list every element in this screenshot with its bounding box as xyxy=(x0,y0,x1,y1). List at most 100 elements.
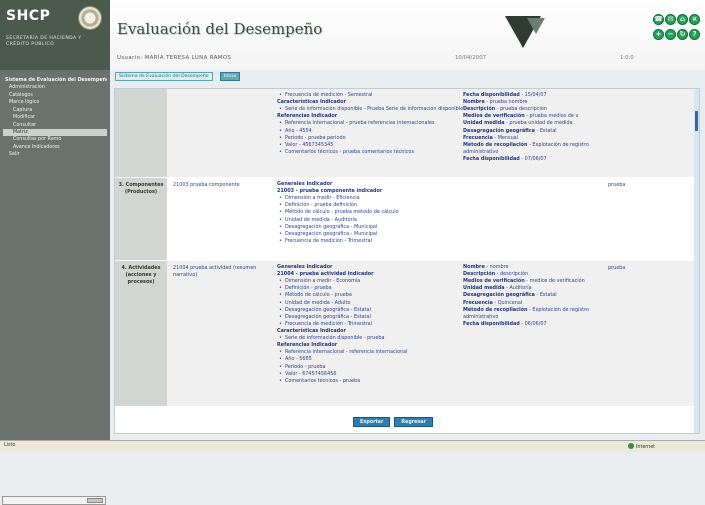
sidebar-item[interactable]: Avance Indicadores xyxy=(3,144,107,151)
indicator-line: Valor - 4567345345 xyxy=(277,142,467,149)
field-value: prueba descripción xyxy=(500,106,547,113)
verification-cell: Fecha disponibilidad - 15/04/07 Nombre - … xyxy=(463,89,613,163)
table-row: 4. Actividades (acciones y procesos) 210… xyxy=(115,261,696,406)
export-button[interactable]: Exportar xyxy=(353,417,391,427)
refresh-icon[interactable]: ↻ xyxy=(677,29,688,40)
sidebar-item[interactable]: Consultar xyxy=(3,122,107,129)
row-level-cell: 4. Actividades (acciones y procesos) xyxy=(115,261,167,406)
app-header: SHCP SECRETARÍA DE HACIENDA Y CRÉDITO PÚ… xyxy=(0,0,705,70)
verification-field: Método de recopilación - Explotación de … xyxy=(463,307,613,321)
field-value: Estatal xyxy=(539,292,557,299)
indicator-line: Unidad de medida - Auditoría xyxy=(277,217,467,224)
close-icon[interactable]: × xyxy=(689,14,700,25)
indicator-line: Comentarios técnicos - prueba comentario… xyxy=(277,149,467,156)
assumptions-cell: prueba xyxy=(608,265,626,271)
indicator-line: Año - 4554 xyxy=(277,128,467,135)
field-value: Quincenal xyxy=(497,299,523,306)
field-key: Fecha disponibilidad xyxy=(463,320,520,327)
sidebar-item[interactable]: Salir xyxy=(3,151,107,158)
indicator-line: Unidad de medida - Adulto xyxy=(277,300,467,307)
indicator-line: Referencia internacional - referencia in… xyxy=(277,349,467,356)
scrollbar-thumb[interactable] xyxy=(87,498,103,503)
field-key: Medios de verificación xyxy=(463,278,525,285)
indicator-line: Valor - 67457456456 xyxy=(277,371,467,378)
row-level-cell: 3. Componentes (Productos) xyxy=(115,178,167,260)
mail-icon[interactable]: ✉ xyxy=(665,14,676,25)
field-value: 07/06/07 xyxy=(524,155,547,162)
brand-panel: SHCP SECRETARÍA DE HACIENDA Y CRÉDITO PÚ… xyxy=(0,0,110,70)
verification-field: Frecuencia - Mensual xyxy=(463,135,613,142)
help-icon[interactable]: ? xyxy=(689,29,700,40)
verification-field: Fecha disponibilidad - 06/06/07 xyxy=(463,321,613,328)
sidebar-menu: Sistema de Evaluación del Desempeño Admin… xyxy=(0,70,110,505)
header-icon-group: ☎ ✉ ⌂ × + − ↻? xyxy=(652,14,702,44)
indicator-line: Frecuencia de medición - Trimestral xyxy=(277,321,467,328)
field-key: Unidad medida xyxy=(463,120,505,127)
status-text: Listo xyxy=(4,443,16,448)
sidebar-list: Sistema de Evaluación del Desempeño Admin… xyxy=(3,77,107,159)
field-value: prueba nombre xyxy=(489,99,528,106)
sidebar-scrollbar[interactable] xyxy=(2,496,106,505)
version-label: 1.0.0 xyxy=(620,55,634,61)
phone-icon[interactable]: ☎ xyxy=(653,14,664,25)
section-heading: Generales Indicador xyxy=(277,181,333,187)
home-icon[interactable]: ⌂ xyxy=(677,14,688,25)
verification-field: Unidad medida - prueba unidad de medida xyxy=(463,120,613,127)
field-key: Frecuencia xyxy=(463,299,493,306)
vertical-scrollbar[interactable] xyxy=(694,89,699,433)
field-value: Auditoría xyxy=(509,285,532,292)
field-value: prueba medios de v xyxy=(529,113,579,120)
field-key: Nombre xyxy=(463,264,485,270)
sidebar-item[interactable]: Administración xyxy=(3,84,107,91)
field-key: Método de recopilación xyxy=(463,141,528,148)
field-value: prueba unidad de medida xyxy=(509,120,573,127)
indicator-line: Frecuencia de medición - Trimestral xyxy=(277,238,467,245)
back-button[interactable]: Regresar xyxy=(394,417,433,427)
sidebar-item[interactable]: Captura xyxy=(3,107,107,114)
add-icon[interactable]: + xyxy=(653,29,664,40)
indicator-line: Desagregación geográfica - Municipal xyxy=(277,224,467,231)
minus-icon[interactable]: − xyxy=(665,29,676,40)
home-button[interactable]: Inicio xyxy=(220,72,241,81)
field-key: Fecha disponibilidad xyxy=(463,92,520,98)
indicator-line: Desagregación geográfica - Municipal xyxy=(277,231,467,238)
sidebar-item[interactable]: Sistema de Evaluación del Desempeño xyxy=(3,77,107,84)
row-level-cell xyxy=(115,89,167,177)
verification-field: Desagregación geográfica - Estatal xyxy=(463,128,613,135)
sidebar-item[interactable]: Modificar xyxy=(3,114,107,121)
verification-field: Fecha disponibilidad - 07/06/07 xyxy=(463,156,613,163)
zone-indicator: Internet xyxy=(628,443,655,450)
verification-field: Fecha disponibilidad - 15/04/07 xyxy=(463,92,613,99)
field-value: Estatal xyxy=(539,127,557,134)
globe-icon xyxy=(628,443,634,449)
status-bar: Listo Internet xyxy=(0,440,705,452)
indicator-line: Periodo - prueba periodo xyxy=(277,135,467,142)
scrollbar-thumb[interactable] xyxy=(695,111,698,131)
section-heading: Referencias Indicador xyxy=(277,342,338,349)
indicator-line: Año - 5665 xyxy=(277,356,467,363)
indicator-line: Serie de información disponible - prueba xyxy=(277,335,467,342)
table-row: 3. Componentes (Productos) 21003 prueba … xyxy=(115,178,696,260)
assumptions-cell: prueba xyxy=(608,182,626,188)
field-key: Desagregación geográfica xyxy=(463,127,535,134)
field-key: Desagregación geográfica xyxy=(463,292,535,299)
sidebar-item[interactable]: Marco lógico xyxy=(3,99,107,106)
verification-field: Método de recopilación - Explotación de … xyxy=(463,142,613,156)
sidebar-item[interactable]: Matriz xyxy=(3,128,107,137)
breadcrumb[interactable]: Sistema de Evaluación del Desempeño xyxy=(115,72,213,81)
field-value: Mensual xyxy=(497,134,519,141)
date-label: 10/04/2007 xyxy=(455,55,487,61)
field-key: Frecuencia xyxy=(463,134,493,141)
indicator-line: Serie de información disponible - Prueba… xyxy=(277,106,467,113)
sidebar-item[interactable]: Catálogos xyxy=(3,92,107,99)
indicator-cell: Frecuencia de medición - SemestralCaract… xyxy=(277,89,467,156)
sidebar-item[interactable]: Consultas por Ramo xyxy=(3,136,107,143)
section-heading: Referencias Indicador xyxy=(277,113,338,120)
field-key: Método de recopilación xyxy=(463,306,528,313)
field-key: Descripción xyxy=(463,106,496,113)
indicator-line: Desagregación geográfica - Estatal xyxy=(277,314,467,321)
main-area: Sistema de Evaluación del Desempeño Inic… xyxy=(112,70,705,440)
field-key: Unidad medida xyxy=(463,285,505,292)
table-row: Frecuencia de medición - SemestralCaract… xyxy=(115,89,696,177)
user-label: Usuario: MARÍA TERESA LUNA RAMOS xyxy=(117,55,232,61)
